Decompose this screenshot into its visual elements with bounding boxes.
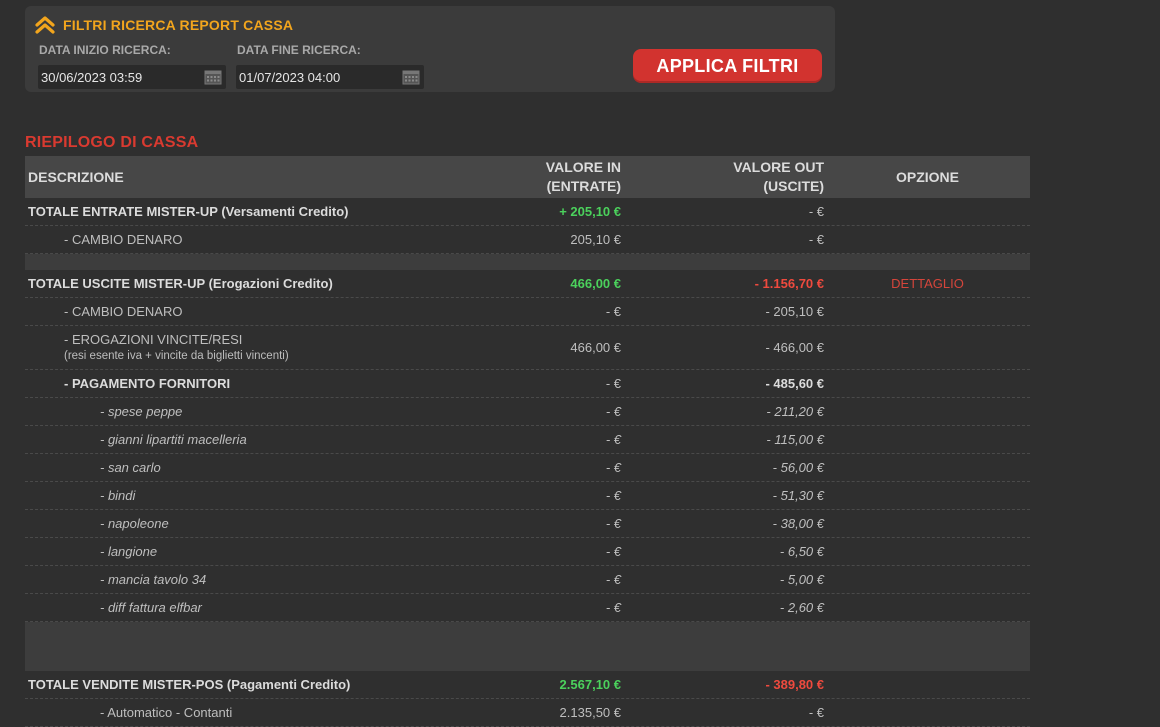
- table-row: - san carlo - € - 56,00 €: [25, 454, 1030, 482]
- row-description: - napoleone: [100, 516, 169, 531]
- row-value-out: - 6,50 €: [779, 544, 824, 559]
- header-value-out: VALORE OUT (USCITE): [733, 156, 824, 198]
- filter-panel-header[interactable]: FILTRI RICERCA REPORT CASSA: [35, 15, 293, 35]
- row-value-in: - €: [605, 404, 621, 419]
- row-value-out: - 466,00 €: [765, 340, 824, 355]
- header-value-out-line1: VALORE OUT: [733, 159, 824, 175]
- table-row: - gianni lipartiti macelleria - € - 115,…: [25, 426, 1030, 454]
- row-value-out: - 5,00 €: [779, 572, 824, 587]
- row-value-out: - 1.156,70 €: [754, 276, 824, 291]
- row-description: - bindi: [100, 488, 136, 503]
- table-row: - bindi - € - 51,30 €: [25, 482, 1030, 510]
- row-value-in: 2.567,10 €: [559, 677, 621, 692]
- table-row: TOTALE USCITE MISTER-UP (Erogazioni Cred…: [25, 270, 1030, 298]
- table-row: TOTALE ENTRATE MISTER-UP (Versamenti Cre…: [25, 198, 1030, 226]
- chevron-double-up-icon[interactable]: [35, 16, 55, 34]
- start-date-label: DATA INIZIO RICERCA:: [39, 43, 171, 57]
- row-description: - Automatico - Contanti: [100, 705, 233, 720]
- table-row: - napoleone - € - 38,00 €: [25, 510, 1030, 538]
- end-date-field[interactable]: [236, 65, 424, 89]
- row-value-in: + 205,10 €: [559, 204, 621, 219]
- row-separator: [25, 622, 1030, 671]
- header-value-in: VALORE IN (ENTRATE): [546, 156, 621, 198]
- row-value-out: - €: [808, 232, 824, 247]
- row-description: - CAMBIO DENARO: [64, 304, 183, 319]
- row-description: TOTALE USCITE MISTER-UP (Erogazioni Cred…: [28, 276, 333, 291]
- table-header: DESCRIZIONE VALORE IN (ENTRATE) VALORE OU…: [25, 156, 1030, 198]
- header-description: DESCRIZIONE: [28, 168, 124, 185]
- row-value-in: 205,10 €: [570, 232, 621, 247]
- row-description: TOTALE ENTRATE MISTER-UP (Versamenti Cre…: [28, 204, 349, 219]
- row-description: - PAGAMENTO FORNITORI: [64, 376, 231, 391]
- calendar-icon[interactable]: [402, 69, 420, 85]
- dettaglio-link[interactable]: DETTAGLIO: [891, 276, 964, 291]
- table-row: - spese peppe - € - 211,20 €: [25, 398, 1030, 426]
- row-separator: [25, 254, 1030, 270]
- row-value-out: - 51,30 €: [772, 488, 824, 503]
- row-value-in: - €: [605, 600, 621, 615]
- row-description: - san carlo: [100, 460, 161, 475]
- row-description: - spese peppe: [100, 404, 183, 419]
- section-title: RIEPILOGO DI CASSA: [25, 134, 199, 151]
- row-value-out: - 38,00 €: [772, 516, 824, 531]
- row-value-out: - 115,00 €: [766, 432, 824, 447]
- row-description: - langione: [100, 544, 158, 559]
- row-description: - gianni lipartiti macelleria: [100, 432, 247, 447]
- row-value-in: - €: [605, 572, 621, 587]
- row-value-in: - €: [605, 544, 621, 559]
- row-description: - mancia tavolo 34: [100, 572, 207, 587]
- header-value-in-line2: (ENTRATE): [546, 178, 621, 194]
- apply-filters-button[interactable]: APPLICA FILTRI: [633, 49, 822, 83]
- row-value-in: - €: [605, 488, 621, 503]
- row-value-out: - €: [808, 204, 824, 219]
- row-description: - EROGAZIONI VINCITE/RESI (resi esente i…: [64, 326, 289, 369]
- table-row: - Automatico - Contanti 2.135,50 € - €: [25, 699, 1030, 727]
- row-value-in: - €: [605, 376, 621, 391]
- row-value-in: - €: [605, 432, 621, 447]
- header-value-in-line1: VALORE IN: [545, 159, 621, 175]
- table-row: - mancia tavolo 34 - € - 5,00 €: [25, 566, 1030, 594]
- row-value-out: - 2,60 €: [779, 600, 824, 615]
- row-description-main: - EROGAZIONI VINCITE/RESI: [64, 331, 243, 347]
- row-value-in: - €: [605, 304, 621, 319]
- table-row: - diff fattura elfbar - € - 2,60 €: [25, 594, 1030, 622]
- table-row: - CAMBIO DENARO 205,10 € - €: [25, 226, 1030, 254]
- row-description: - diff fattura elfbar: [100, 600, 202, 615]
- row-value-out: - 56,00 €: [772, 460, 824, 475]
- cash-report-table: DESCRIZIONE VALORE IN (ENTRATE) VALORE OU…: [25, 156, 1030, 727]
- row-value-out: - €: [808, 705, 824, 720]
- end-date-input[interactable]: [239, 69, 389, 85]
- row-description: - CAMBIO DENARO: [64, 232, 183, 247]
- row-value-out: - 211,20 €: [766, 404, 824, 419]
- table-row: - langione - € - 6,50 €: [25, 538, 1030, 566]
- end-date-label: DATA FINE RICERCA:: [237, 43, 361, 57]
- row-option: DETTAGLIO: [860, 270, 995, 297]
- table-row: - EROGAZIONI VINCITE/RESI (resi esente i…: [25, 326, 1030, 370]
- row-description: TOTALE VENDITE MISTER-POS (Pagamenti Cre…: [28, 677, 351, 692]
- start-date-input[interactable]: [41, 69, 191, 85]
- filter-panel: FILTRI RICERCA REPORT CASSA DATA INIZIO …: [25, 6, 835, 92]
- row-value-in: 2.135,50 €: [559, 705, 621, 720]
- header-value-out-line2: (USCITE): [763, 178, 824, 194]
- start-date-field[interactable]: [38, 65, 226, 89]
- filter-panel-title: FILTRI RICERCA REPORT CASSA: [63, 17, 294, 33]
- table-row: TOTALE VENDITE MISTER-POS (Pagamenti Cre…: [25, 671, 1030, 699]
- row-value-in: 466,00 €: [570, 340, 621, 355]
- row-value-out: - 485,60 €: [765, 376, 824, 391]
- row-value-out: - 389,80 €: [765, 677, 824, 692]
- row-value-out: - 205,10 €: [765, 304, 824, 319]
- row-value-in: - €: [605, 460, 621, 475]
- row-value-in: 466,00 €: [570, 276, 621, 291]
- row-value-in: - €: [605, 516, 621, 531]
- row-description-note: (resi esente iva + vincite da biglietti …: [64, 349, 289, 362]
- calendar-icon[interactable]: [204, 69, 222, 85]
- table-row: - CAMBIO DENARO - € - 205,10 €: [25, 298, 1030, 326]
- table-row: - PAGAMENTO FORNITORI - € - 485,60 €: [25, 370, 1030, 398]
- header-option: OPZIONE: [895, 168, 959, 185]
